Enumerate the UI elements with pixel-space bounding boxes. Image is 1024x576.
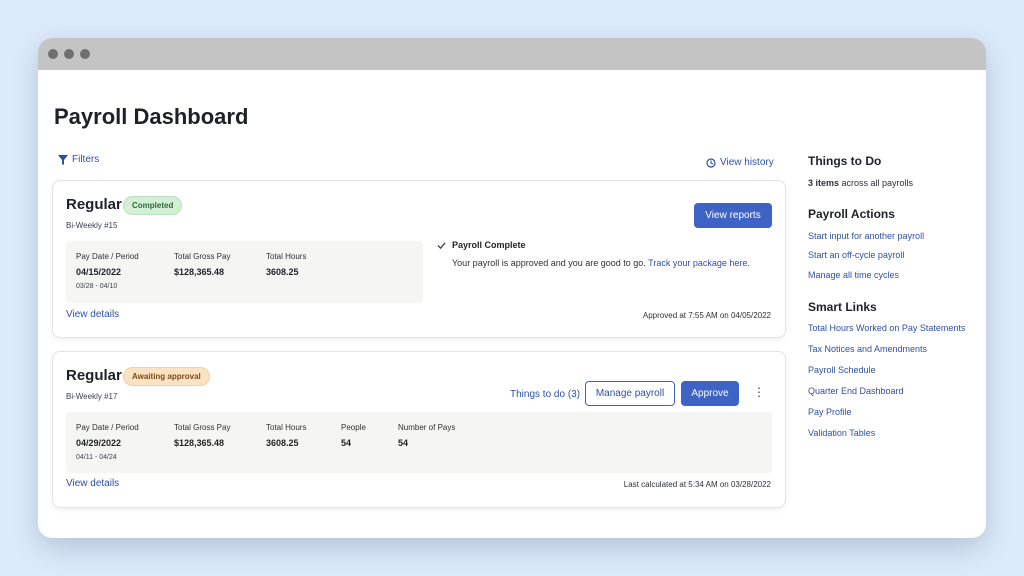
funnel-icon <box>58 154 68 165</box>
stat-label: Pay Date / Period <box>76 252 139 261</box>
stat-label: Total Hours <box>266 423 307 432</box>
smart-link-validation-tables[interactable]: Validation Tables <box>808 428 875 438</box>
status-badge: Completed <box>123 196 183 215</box>
view-details-link[interactable]: View details <box>66 478 119 489</box>
smart-link-total-hours[interactable]: Total Hours Worked on Pay Statements <box>808 323 965 333</box>
smart-link-quarter-end[interactable]: Quarter End Dashboard <box>808 386 904 396</box>
payroll-card-title: Regular <box>66 196 122 213</box>
payroll-complete-title: Payroll Complete <box>437 240 777 250</box>
approval-timestamp: Approved at 7:55 AM on 04/05/2022 <box>642 311 771 320</box>
page-content: Payroll Dashboard Filters View history R… <box>38 38 986 538</box>
things-to-do-heading: Things to Do <box>808 154 882 168</box>
payroll-card-completed: Regular Completed Bi-Weekly #15 View rep… <box>52 180 786 338</box>
view-history-label: View history <box>720 157 774 168</box>
more-options-kebab-icon[interactable]: ⋮ <box>753 385 765 399</box>
stat-value: 54 <box>398 438 409 448</box>
stat-label: People <box>341 423 366 432</box>
check-icon <box>437 241 446 249</box>
status-badge: Awaiting approval <box>123 367 210 386</box>
stat-label: Total Hours <box>266 252 307 261</box>
smart-links-heading: Smart Links <box>808 300 877 314</box>
stat-label: Pay Date / Period <box>76 423 139 432</box>
stat-hours: Total Hours 3608.25 <box>266 423 306 448</box>
stat-value: $128,365.48 <box>174 438 225 448</box>
payroll-card-awaiting: Regular Awaiting approval Bi-Weekly #17 … <box>52 351 786 508</box>
smart-link-pay-profile[interactable]: Pay Profile <box>808 407 852 417</box>
filters-button[interactable]: Filters <box>58 154 99 165</box>
page-title: Payroll Dashboard <box>54 104 249 129</box>
view-history-button[interactable]: View history <box>706 157 774 168</box>
stat-value: 54 <box>341 438 352 448</box>
stat-pay-date: Pay Date / Period 04/29/2022 04/11 - 04/… <box>76 423 139 461</box>
stat-label: Number of Pays <box>398 423 456 432</box>
stat-label: Total Gross Pay <box>174 423 231 432</box>
payroll-complete-notice: Payroll Complete Your payroll is approve… <box>437 240 777 271</box>
stat-value: 3608.25 <box>266 267 299 277</box>
stat-period: 03/28 - 04/10 <box>76 283 118 290</box>
calculation-timestamp: Last calculated at 5:34 AM on 03/28/2022 <box>623 480 771 489</box>
manage-payroll-button[interactable]: Manage payroll <box>585 381 675 406</box>
action-manage-time-cycles-link[interactable]: Manage all time cycles <box>808 270 899 280</box>
payroll-complete-message: Your payroll is approved and you are goo… <box>452 258 646 268</box>
stat-label: Total Gross Pay <box>174 252 231 261</box>
stat-value: 04/29/2022 <box>76 438 122 448</box>
action-off-cycle-link[interactable]: Start an off-cycle payroll <box>808 250 904 260</box>
track-package-link[interactable]: Track your package here. <box>648 258 750 268</box>
payroll-complete-heading: Payroll Complete <box>452 240 526 250</box>
stat-number-of-pays: Number of Pays 54 <box>398 423 455 448</box>
stat-gross: Total Gross Pay $128,365.48 <box>174 252 230 277</box>
stat-period: 04/11 - 04/24 <box>76 454 117 461</box>
smart-link-tax-notices[interactable]: Tax Notices and Amendments <box>808 344 927 354</box>
history-icon <box>706 157 716 168</box>
payroll-stats-panel: Pay Date / Period 04/29/2022 04/11 - 04/… <box>66 412 772 473</box>
approve-button[interactable]: Approve <box>681 381 739 406</box>
stat-pay-date: Pay Date / Period 04/15/2022 03/28 - 04/… <box>76 252 139 290</box>
filters-label: Filters <box>72 154 100 165</box>
stat-value: 04/15/2022 <box>76 267 122 277</box>
things-to-do-summary: 3 items across all payrolls <box>808 178 913 188</box>
smart-link-payroll-schedule[interactable]: Payroll Schedule <box>808 365 876 375</box>
payroll-stats-panel: Pay Date / Period 04/15/2022 03/28 - 04/… <box>66 241 423 303</box>
view-reports-button[interactable]: View reports <box>694 203 772 228</box>
stat-hours: Total Hours 3608.25 <box>266 252 306 277</box>
payroll-card-title: Regular <box>66 367 122 384</box>
things-to-do-link[interactable]: Things to do (3) <box>510 389 580 400</box>
things-to-do-suffix: across all payrolls <box>839 178 914 188</box>
stat-value: $128,365.48 <box>174 267 225 277</box>
stat-people: People 54 <box>341 423 366 448</box>
view-details-link[interactable]: View details <box>66 309 119 320</box>
payroll-actions-heading: Payroll Actions <box>808 207 895 221</box>
payroll-card-subtitle: Bi-Weekly #15 <box>66 221 118 230</box>
stat-value: 3608.25 <box>266 438 299 448</box>
payroll-card-subtitle: Bi-Weekly #17 <box>66 392 118 401</box>
payroll-complete-text: Your payroll is approved and you are goo… <box>452 256 777 271</box>
action-start-input-link[interactable]: Start input for another payroll <box>808 231 924 241</box>
stat-gross: Total Gross Pay $128,365.48 <box>174 423 230 448</box>
things-to-do-count: 3 items <box>808 178 840 188</box>
